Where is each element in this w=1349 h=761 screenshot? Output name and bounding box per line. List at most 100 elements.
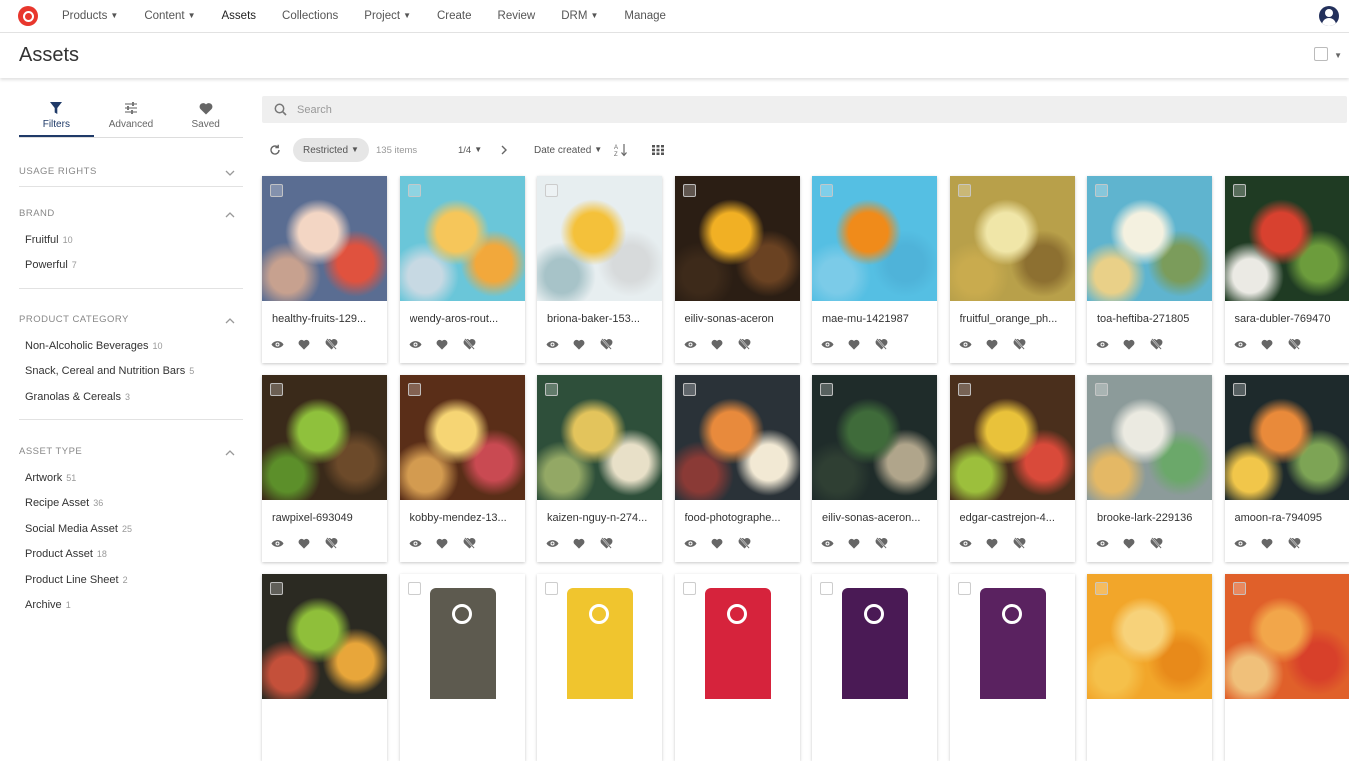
asset-select-checkbox[interactable]	[408, 582, 421, 595]
unfavorite-heart-icon[interactable]	[875, 536, 902, 550]
asset-card[interactable]: kobby-mendez-13...	[400, 375, 525, 562]
user-avatar-icon[interactable]	[1319, 6, 1339, 26]
unfavorite-heart-icon[interactable]	[1013, 536, 1040, 550]
asset-select-checkbox[interactable]	[683, 582, 696, 595]
filter-section-header[interactable]: Brand	[19, 208, 243, 228]
favorite-heart-icon[interactable]	[986, 536, 1013, 550]
preview-eye-icon[interactable]	[271, 536, 298, 550]
asset-select-checkbox[interactable]	[1095, 383, 1108, 396]
filter-option-product-line-sheet[interactable]: Product Line Sheet2	[19, 574, 243, 599]
sort-order-icon[interactable]: AZ	[614, 138, 628, 162]
nav-item-review[interactable]: Review	[498, 10, 536, 22]
preview-eye-icon[interactable]	[1234, 337, 1261, 351]
preview-eye-icon[interactable]	[546, 337, 573, 351]
asset-thumbnail[interactable]	[950, 176, 1075, 301]
asset-thumbnail[interactable]	[1225, 574, 1349, 699]
nav-item-project[interactable]: Project▼	[364, 10, 411, 22]
preview-eye-icon[interactable]	[959, 337, 986, 351]
asset-thumbnail[interactable]	[400, 375, 525, 500]
unfavorite-heart-icon[interactable]	[1150, 536, 1177, 550]
asset-card[interactable]: brooke-lark-229136	[1087, 375, 1212, 562]
unfavorite-heart-icon[interactable]	[463, 337, 490, 351]
asset-card[interactable]	[1225, 574, 1349, 761]
asset-card[interactable]	[812, 574, 937, 761]
asset-thumbnail[interactable]	[675, 176, 800, 301]
filter-option-granolas-cereals[interactable]: Granolas & Cereals3	[19, 391, 243, 416]
asset-card[interactable]: healthy-fruits-129...	[262, 176, 387, 363]
next-page-icon[interactable]	[500, 138, 508, 162]
asset-select-checkbox[interactable]	[545, 184, 558, 197]
favorite-heart-icon[interactable]	[711, 337, 738, 351]
tab-filters[interactable]: Filters	[19, 100, 94, 137]
asset-thumbnail[interactable]	[262, 375, 387, 500]
asset-card[interactable]: eiliv-sonas-aceron...	[812, 375, 937, 562]
asset-card[interactable]	[537, 574, 662, 761]
filter-option-non-alcoholic-beverages[interactable]: Non-Alcoholic Beverages10	[19, 340, 243, 365]
asset-thumbnail[interactable]	[262, 176, 387, 301]
filter-option-powerful[interactable]: Powerful7	[19, 259, 243, 284]
tab-advanced[interactable]: Advanced	[94, 100, 169, 137]
select-all-checkbox[interactable]	[1314, 47, 1328, 61]
favorite-heart-icon[interactable]	[1123, 337, 1150, 351]
favorite-heart-icon[interactable]	[1261, 536, 1288, 550]
nav-item-collections[interactable]: Collections	[282, 10, 338, 22]
asset-select-checkbox[interactable]	[820, 582, 833, 595]
asset-card[interactable]	[675, 574, 800, 761]
asset-card[interactable]: wendy-aros-rout...	[400, 176, 525, 363]
search-input[interactable]	[297, 104, 1197, 116]
unfavorite-heart-icon[interactable]	[1013, 337, 1040, 351]
asset-thumbnail[interactable]	[400, 574, 525, 699]
favorite-heart-icon[interactable]	[986, 337, 1013, 351]
asset-select-checkbox[interactable]	[1095, 582, 1108, 595]
unfavorite-heart-icon[interactable]	[1150, 337, 1177, 351]
preview-eye-icon[interactable]	[1096, 536, 1123, 550]
preview-eye-icon[interactable]	[821, 536, 848, 550]
filter-section-header[interactable]: Product Category	[19, 314, 243, 334]
asset-thumbnail[interactable]	[812, 574, 937, 699]
preview-eye-icon[interactable]	[1234, 536, 1261, 550]
page-selector[interactable]: 1/4▼	[458, 138, 482, 162]
nav-item-content[interactable]: Content▼	[144, 10, 195, 22]
asset-select-checkbox[interactable]	[270, 582, 283, 595]
favorite-heart-icon[interactable]	[436, 337, 463, 351]
search-bar[interactable]	[262, 96, 1347, 123]
filter-option-fruitful[interactable]: Fruitful10	[19, 234, 243, 259]
asset-thumbnail[interactable]	[262, 574, 387, 699]
asset-card[interactable]: food-photographe...	[675, 375, 800, 562]
restriction-filter-dropdown[interactable]: Restricted▼	[293, 138, 369, 162]
favorite-heart-icon[interactable]	[1261, 337, 1288, 351]
nav-item-assets[interactable]: Assets	[222, 10, 257, 22]
favorite-heart-icon[interactable]	[848, 337, 875, 351]
asset-thumbnail[interactable]	[537, 574, 662, 699]
favorite-heart-icon[interactable]	[436, 536, 463, 550]
asset-card[interactable]	[262, 574, 387, 761]
refresh-icon[interactable]	[269, 138, 281, 162]
asset-select-checkbox[interactable]	[1095, 184, 1108, 197]
asset-card[interactable]	[950, 574, 1075, 761]
asset-thumbnail[interactable]	[1087, 176, 1212, 301]
tab-saved[interactable]: Saved	[168, 100, 243, 137]
sort-dropdown[interactable]: Date created▼	[534, 138, 602, 162]
nav-item-create[interactable]: Create	[437, 10, 472, 22]
asset-select-checkbox[interactable]	[545, 383, 558, 396]
asset-select-checkbox[interactable]	[958, 383, 971, 396]
favorite-heart-icon[interactable]	[573, 536, 600, 550]
unfavorite-heart-icon[interactable]	[738, 536, 765, 550]
asset-thumbnail[interactable]	[675, 574, 800, 699]
preview-eye-icon[interactable]	[1096, 337, 1123, 351]
preview-eye-icon[interactable]	[684, 536, 711, 550]
filter-option-artwork[interactable]: Artwork51	[19, 472, 243, 497]
asset-select-checkbox[interactable]	[820, 184, 833, 197]
favorite-heart-icon[interactable]	[298, 337, 325, 351]
asset-thumbnail[interactable]	[675, 375, 800, 500]
asset-thumbnail[interactable]	[950, 375, 1075, 500]
asset-select-checkbox[interactable]	[1233, 184, 1246, 197]
preview-eye-icon[interactable]	[546, 536, 573, 550]
asset-card[interactable]: kaizen-nguy-n-274...	[537, 375, 662, 562]
unfavorite-heart-icon[interactable]	[738, 337, 765, 351]
preview-eye-icon[interactable]	[409, 536, 436, 550]
asset-select-checkbox[interactable]	[545, 582, 558, 595]
chevron-down-icon[interactable]: ▼	[1334, 51, 1342, 60]
asset-select-checkbox[interactable]	[683, 383, 696, 396]
asset-select-checkbox[interactable]	[1233, 582, 1246, 595]
